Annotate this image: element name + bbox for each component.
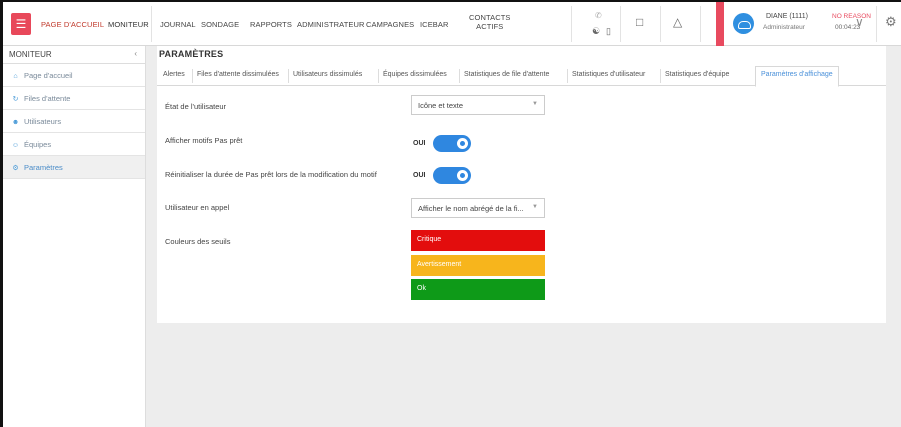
tab-equipes-dissimulees[interactable]: Équipes dissimulées [383,71,447,78]
team-icon: ☺ [11,142,20,149]
user-on-call-value: Afficher le nom abrégé de la fi... [418,204,524,213]
status-indicator-bar [716,2,724,46]
nav-moniteur[interactable]: MONITEUR [108,20,149,29]
sidebar-item-label: Équipes [24,140,52,149]
user-state-label: État de l'utilisateur [165,102,227,111]
nav-divider [700,6,701,42]
toggle-knob [457,170,468,181]
caret-down-icon: ▼ [532,204,538,210]
chevron-left-icon[interactable]: ‹ [134,49,137,58]
chat-icon[interactable]: □ [636,16,643,28]
tab-parametres-affichage[interactable]: Paramètres d'affichage [761,71,833,78]
tab-stats-utilisateur[interactable]: Statistiques d'utilisateur [572,71,645,78]
phone-off-icon[interactable]: ✆ [595,10,602,21]
show-not-ready-toggle[interactable] [433,135,471,152]
sidebar-item-label: Paramètres [24,163,63,172]
toggle-knob [457,138,468,149]
nav-divider [620,6,621,42]
sidebar-item-equipes[interactable]: ☺ Équipes [3,133,145,156]
sidebar-item-utilisateurs[interactable]: ☻ Utilisateurs [3,110,145,133]
tab-alertes[interactable]: Alertes [163,71,185,78]
threshold-critical-label: Critique [417,236,442,243]
user-state-select[interactable]: Icône et texte ▼ [411,95,545,115]
nav-icebar[interactable]: ICEBAR [420,20,449,29]
top-navigation-bar: ☰ PAGE D'ACCUEIL MONITEUR JOURNAL SONDAG… [3,2,901,46]
show-not-ready-toggle-text: OUI [413,140,426,147]
user-role: Administrateur [763,24,805,31]
sidebar-item-label: Page d'accueil [24,71,73,80]
sidebar-item-label: Files d'attente [24,94,71,103]
threshold-ok-label: Ok [417,285,426,292]
caret-down-icon: ▼ [532,101,538,107]
hamburger-icon[interactable]: ☰ [11,13,31,35]
sidebar-item-files-attente[interactable]: ↻ Files d'attente [3,87,145,110]
headset-icon[interactable]: ☯ [592,26,600,37]
settings-tabs: Alertes Files d'attente dissimulées Util… [157,66,886,87]
nav-journal[interactable]: JOURNAL [160,20,196,29]
threshold-warning-label: Avertissement [417,261,462,268]
sidebar-item-page-accueil[interactable]: ⌂ Page d'accueil [3,64,145,87]
tab-utilisateurs-dissimules[interactable]: Utilisateurs dissimulés [293,71,362,78]
nav-campagnes[interactable]: CAMPAGNES [366,20,414,29]
nav-divider [151,6,152,42]
user-icon: ☻ [11,119,20,126]
tab-divider [567,69,568,83]
nav-administrateur[interactable]: ADMINISTRATEUR [297,20,365,29]
threshold-warning-swatch[interactable]: Avertissement [411,255,545,276]
user-name: DIANE (1111) [766,13,809,20]
nav-divider [876,6,877,42]
warning-icon[interactable]: △ [673,16,682,28]
tab-divider [459,69,460,83]
reset-duration-toggle-text: OUI [413,172,426,179]
tab-divider [378,69,379,83]
gears-icon: ⚙ [12,165,19,172]
sidebar-header: MONITEUR ‹ [3,46,145,64]
nav-contacts-line2: ACTIFS [476,22,504,31]
nav-divider [571,6,572,42]
queue-icon: ↻ [12,96,19,103]
sidebar-item-parametres[interactable]: ⚙ Paramètres [3,156,145,179]
nav-divider [660,6,661,42]
reset-duration-toggle[interactable] [433,167,471,184]
tab-divider [288,69,289,83]
sidebar: MONITEUR ‹ ⌂ Page d'accueil ↻ Files d'atte… [3,46,146,427]
tab-stats-equipe[interactable]: Statistiques d'équipe [665,71,729,78]
nav-page-accueil[interactable]: PAGE D'ACCUEIL [41,20,104,29]
user-on-call-select[interactable]: Afficher le nom abrégé de la fi... ▼ [411,198,545,218]
home-icon: ⌂ [13,73,18,80]
nav-rapports[interactable]: RAPPORTS [250,20,292,29]
mobile-icon[interactable]: ▯ [606,26,611,37]
chevron-down-icon[interactable]: ∨ [855,16,864,28]
reset-duration-label: Réinitialiser la durée de Pas prêt lors … [165,170,377,179]
settings-panel: PARAMÈTRES Alertes Files d'attente dissi… [157,46,886,323]
tab-files-dissimulees[interactable]: Files d'attente dissimulées [197,71,279,78]
threshold-ok-swatch[interactable]: Ok [411,279,545,300]
sidebar-title: MONITEUR [9,50,52,59]
tab-divider [192,69,193,83]
threshold-critical-swatch[interactable]: Critique [411,230,545,251]
tab-stats-file-attente[interactable]: Statistiques de file d'attente [464,71,549,78]
threshold-colors-label: Couleurs des seuils [165,237,231,246]
tab-divider [660,69,661,83]
user-on-call-label: Utilisateur en appel [165,203,230,212]
user-state-value: Icône et texte [418,101,464,110]
nav-contacts-line1: CONTACTS [469,13,511,22]
nav-contacts-actifs[interactable]: CONTACTS ACTIFS [469,13,511,31]
avatar[interactable] [733,13,754,34]
nav-sondage[interactable]: SONDAGE [201,20,239,29]
page-title: PARAMÈTRES [159,49,224,59]
show-not-ready-label: Afficher motifs Pas prêt [165,136,243,145]
sidebar-item-label: Utilisateurs [24,117,62,126]
gear-icon[interactable]: ⚙ [885,15,897,28]
main-content: PARAMÈTRES Alertes Files d'attente dissi… [146,46,901,427]
status-reason: NO REASON [832,13,872,20]
